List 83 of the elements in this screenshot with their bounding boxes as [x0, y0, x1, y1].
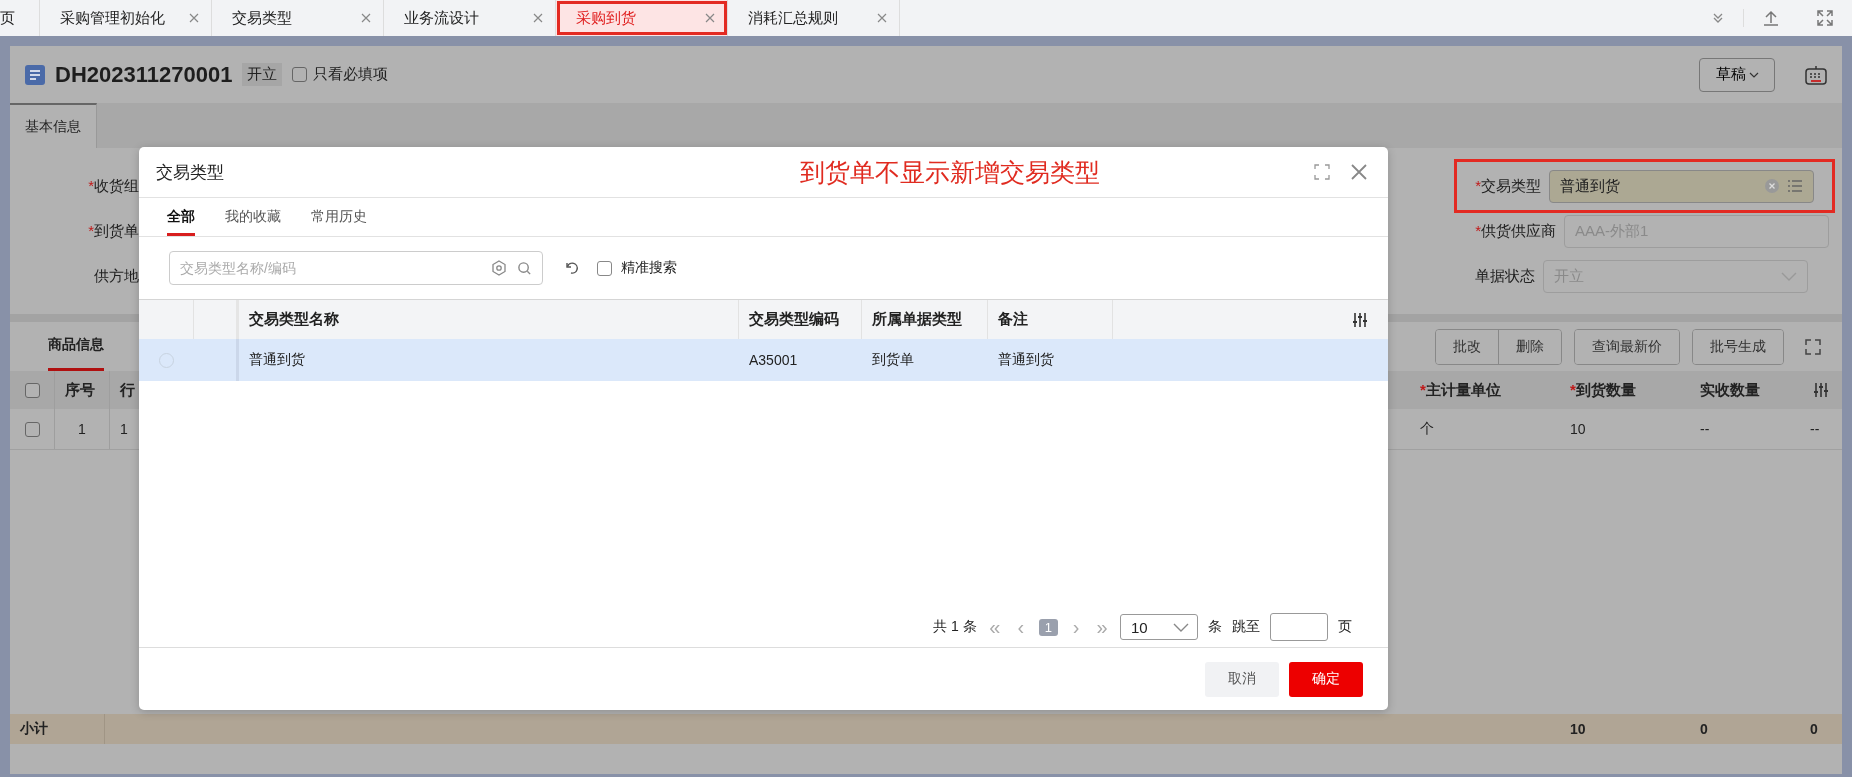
double-chevron-icon[interactable] — [1711, 11, 1725, 25]
close-icon[interactable] — [705, 13, 715, 23]
form-tab[interactable]: 基本信息 — [10, 103, 97, 148]
document-icon — [25, 64, 45, 85]
field-label: 供方地 — [94, 267, 139, 286]
page-jump-field[interactable] — [1270, 613, 1328, 641]
table-cell: -- — [1700, 421, 1710, 437]
column-header: 交易类型编码 — [749, 310, 839, 329]
checkbox[interactable] — [292, 67, 308, 82]
column-header: 行 — [120, 380, 135, 400]
page-size-label: 条 — [1208, 618, 1222, 636]
dialog-tab[interactable]: 全部 — [167, 198, 195, 236]
cancel-button[interactable]: 取消 — [1205, 661, 1279, 697]
document-number: DH202311270001 — [55, 61, 233, 88]
checkbox[interactable] — [24, 421, 40, 437]
table-cell: 普通到货 — [249, 351, 305, 369]
close-icon[interactable] — [533, 13, 543, 23]
exact-search-label: 精准搜索 — [621, 259, 677, 277]
field-label: *到货单 — [88, 222, 139, 241]
table-row[interactable]: 普通到货 A35001 到货单 普通到货 — [139, 339, 1388, 381]
field-label: *交易类型 — [1475, 176, 1541, 196]
column-header: *主计量单位 — [1420, 380, 1501, 400]
checkbox[interactable] — [597, 260, 612, 276]
close-icon[interactable] — [1350, 163, 1368, 181]
field-label: *供货供应商 — [1475, 222, 1556, 241]
table-cell: 1 — [120, 421, 128, 437]
table-cell: A35001 — [749, 352, 798, 368]
field-label: *收货组 — [88, 177, 139, 196]
page-size-select[interactable]: 10 — [1120, 614, 1198, 640]
search-input[interactable]: 交易类型名称/编码 — [180, 257, 470, 279]
annotation-text: 到货单不显示新增交易类型 — [800, 156, 1100, 188]
table-cell: 1 — [78, 421, 86, 437]
confirm-button[interactable]: 确定 — [1289, 661, 1363, 697]
chevron-down-icon — [1781, 272, 1798, 281]
status-badge: 开立 — [242, 63, 283, 86]
page-label: 页 — [1338, 618, 1352, 636]
fullscreen-icon[interactable] — [1804, 337, 1822, 356]
list-icon[interactable] — [1787, 179, 1803, 193]
subtotal-value: 0 — [1810, 721, 1818, 737]
column-header: 实收数量 — [1700, 380, 1760, 400]
close-icon[interactable] — [189, 13, 199, 23]
table-cell: 10 — [1570, 421, 1586, 437]
close-icon[interactable] — [361, 13, 371, 23]
subtotal-value: 0 — [1700, 721, 1708, 737]
search-icon[interactable] — [517, 260, 532, 276]
page-tab[interactable]: 采购到货 — [556, 0, 728, 36]
toolbar-button[interactable]: 批改 — [1436, 329, 1499, 364]
jump-label: 跳至 — [1232, 618, 1260, 636]
field-label: 单据状态 — [1475, 267, 1536, 286]
column-header: 交易类型名称 — [249, 310, 339, 329]
column-settings-icon[interactable] — [1352, 311, 1368, 328]
toolbar-button[interactable]: 批号生成 — [1693, 329, 1783, 364]
input-field[interactable]: 普通到货 — [1549, 169, 1814, 203]
chevron-down-icon — [1173, 622, 1189, 632]
gear-icon[interactable] — [491, 260, 507, 276]
clear-icon[interactable] — [1765, 179, 1779, 193]
dialog-tab[interactable]: 常用历史 — [311, 198, 367, 236]
upload-icon[interactable] — [1762, 9, 1780, 27]
table-cell: 个 — [1420, 420, 1434, 438]
keyboard-icon[interactable] — [1805, 64, 1827, 85]
toolbar-button[interactable]: 查询最新价 — [1575, 329, 1679, 364]
search-field[interactable]: 交易类型名称/编码 — [169, 251, 543, 285]
dialog-title: 交易类型 — [156, 161, 224, 184]
subtotal-value: 10 — [1570, 721, 1586, 737]
fullscreen-icon[interactable] — [1816, 9, 1834, 27]
draft-dropdown[interactable]: 草稿 — [1699, 57, 1775, 92]
table-cell: 到货单 — [872, 351, 914, 369]
table-cell: 普通到货 — [998, 351, 1054, 369]
expand-icon[interactable] — [1314, 164, 1330, 180]
checkbox[interactable] — [24, 382, 40, 398]
column-settings-icon[interactable] — [1813, 382, 1829, 398]
column-header: *到货数量 — [1570, 380, 1636, 400]
close-icon[interactable] — [877, 13, 887, 23]
dialog-tab[interactable]: 我的收藏 — [225, 198, 281, 236]
required-only-label: 只看必填项 — [313, 65, 389, 84]
reset-icon[interactable] — [563, 260, 579, 276]
column-header: 备注 — [998, 310, 1028, 329]
column-header: 所属单据类型 — [872, 310, 962, 329]
table-cell: -- — [1810, 421, 1820, 437]
column-header: 序号 — [65, 380, 95, 400]
chevron-down-icon — [1748, 71, 1759, 78]
total-count: 共 1 条 — [933, 618, 977, 636]
subtotal-label: 小计 — [20, 720, 48, 738]
